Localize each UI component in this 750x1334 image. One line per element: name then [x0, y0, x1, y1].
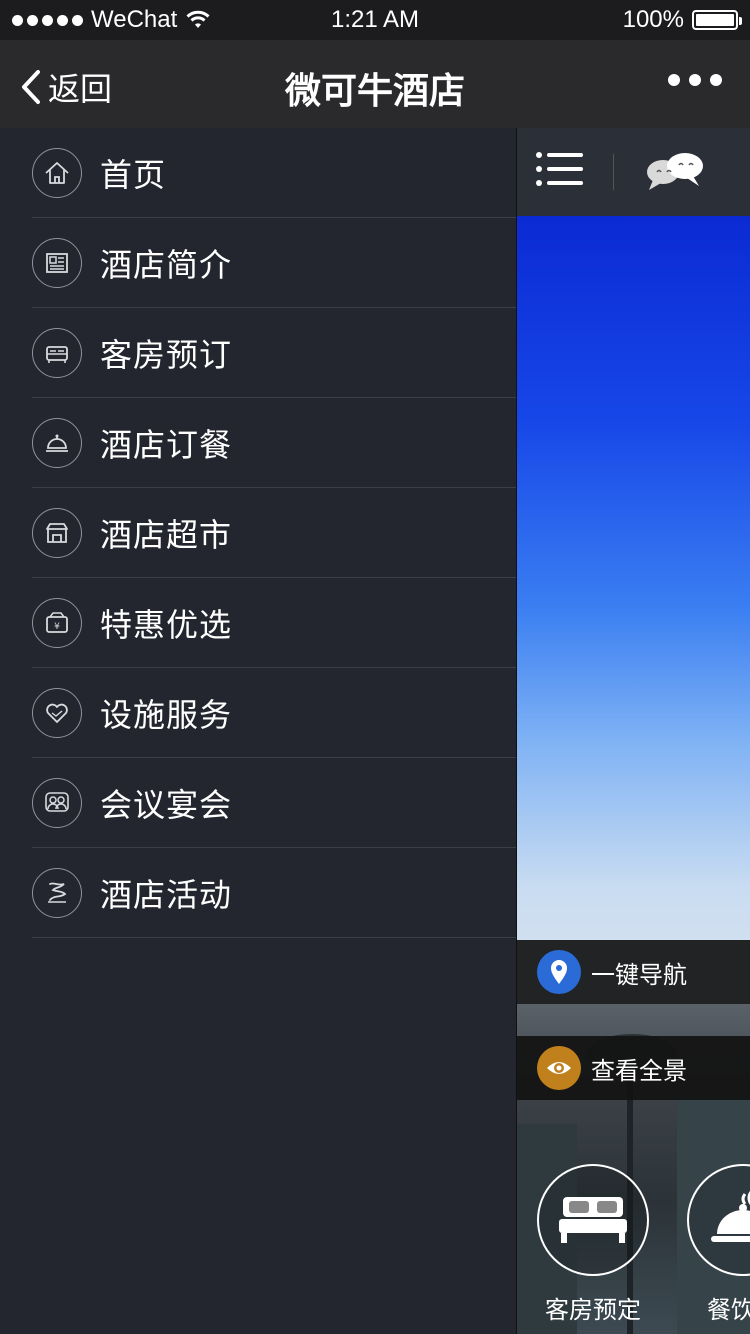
menu-item-label: 酒店简介: [100, 246, 233, 284]
panorama-label: 查看全景: [591, 1056, 687, 1085]
menu-item-label: 酒店活动: [100, 876, 233, 914]
battery-percent: 100%: [622, 6, 684, 33]
panorama-button[interactable]: 查看全景: [517, 1036, 750, 1100]
navigation-button[interactable]: 一键导航: [517, 940, 750, 1004]
top-tools: [517, 128, 750, 216]
divider: [613, 154, 614, 190]
heart-icon: [32, 688, 82, 738]
menu-item-label: 首页: [100, 156, 167, 194]
menu-item-home[interactable]: 首页: [0, 128, 516, 218]
menu-item-label: 设施服务: [100, 696, 233, 734]
menu-item-deals[interactable]: ¥ 特惠优选: [0, 578, 516, 668]
chat-bubbles-icon[interactable]: [643, 150, 707, 194]
screen: WeChat 1:21 AM 100% 返回 微可牛酒店 首页 酒店简介 客房预…: [0, 0, 750, 1334]
nav-bar: 返回 微可牛酒店: [0, 40, 750, 128]
list-menu-icon[interactable]: [535, 150, 585, 190]
home-icon: [32, 148, 82, 198]
battery-icon: [692, 10, 742, 30]
more-dot-icon: [689, 74, 701, 86]
menu-item-rooms[interactable]: 客房预订: [0, 308, 516, 398]
menu-item-facilities[interactable]: 设施服务: [0, 668, 516, 758]
navigation-label: 一键导航: [591, 960, 687, 989]
page-title: 微可牛酒店: [284, 71, 465, 112]
service-dining[interactable]: 餐饮料: [685, 1164, 750, 1325]
menu-item-label: 会议宴会: [100, 786, 233, 824]
service-label: 餐饮料: [707, 1296, 750, 1324]
menu-item-label: 特惠优选: [100, 606, 233, 644]
more-options-button[interactable]: [668, 74, 722, 86]
location-pin-icon: [537, 950, 581, 994]
menu-item-label: 酒店超市: [100, 516, 233, 554]
bed-icon: [537, 1164, 649, 1276]
side-menu: 首页 酒店简介 客房预订 酒店订餐 酒店超市 ¥ 特惠优选 设施服务 会议宴会 …: [0, 128, 516, 1334]
food-cover-icon: [32, 418, 82, 468]
menu-item-about[interactable]: 酒店简介: [0, 218, 516, 308]
menu-item-dining[interactable]: 酒店订餐: [0, 398, 516, 488]
more-dot-icon: [668, 74, 680, 86]
status-bar: WeChat 1:21 AM 100%: [0, 0, 750, 40]
bed-icon: [32, 328, 82, 378]
status-right: 100%: [622, 6, 742, 34]
service-room-booking[interactable]: 客房预定: [535, 1164, 651, 1325]
wallet-icon: ¥: [32, 598, 82, 648]
menu-item-label: 酒店订餐: [100, 426, 233, 464]
eye-icon: [537, 1046, 581, 1090]
service-label: 客房预定: [545, 1296, 641, 1324]
flag-icon: [32, 868, 82, 918]
menu-item-events[interactable]: 酒店活动: [0, 848, 516, 938]
store-icon: [32, 508, 82, 558]
more-dot-icon: [710, 74, 722, 86]
food-cover-icon: [687, 1164, 750, 1276]
menu-item-meetings[interactable]: 会议宴会: [0, 758, 516, 848]
svg-text:¥: ¥: [54, 622, 60, 632]
content-panel: 一键导航 查看全景 客房预定 餐饮料: [516, 128, 750, 1334]
people-icon: [32, 778, 82, 828]
hero-banner-image: [517, 216, 750, 1036]
menu-item-label: 客房预订: [100, 336, 233, 374]
newspaper-icon: [32, 238, 82, 288]
menu-item-store[interactable]: 酒店超市: [0, 488, 516, 578]
